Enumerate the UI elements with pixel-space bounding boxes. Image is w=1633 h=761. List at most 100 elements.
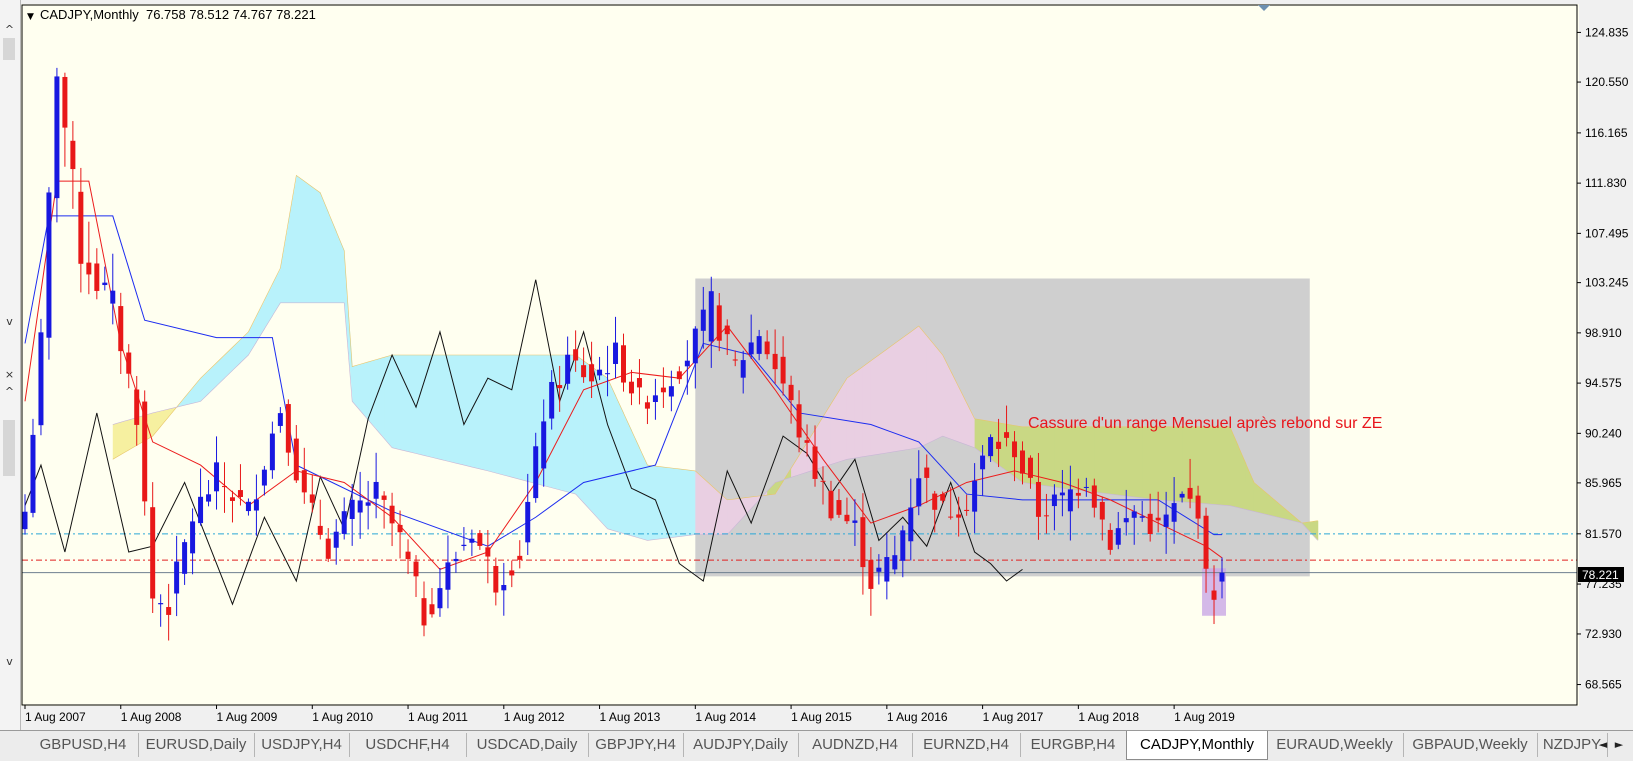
- tab-eurusd-daily[interactable]: EURUSD,Daily: [138, 733, 255, 757]
- kumo-cloud: [878, 349, 888, 455]
- candle-body: [1203, 515, 1209, 569]
- candle-body: [501, 585, 507, 591]
- time-tick-label: 1 Aug 2010: [312, 710, 373, 724]
- candle-body: [150, 507, 156, 599]
- time-tick-label: 1 Aug 2011: [408, 710, 468, 724]
- kumo-cloud: [1198, 426, 1207, 504]
- candle-body: [581, 365, 587, 378]
- candle-body: [916, 478, 922, 507]
- candle-body: [214, 462, 220, 492]
- tab-gbpusd-h4[interactable]: GBPUSD,H4: [28, 733, 139, 757]
- price-tick-label: 85.965: [1585, 476, 1622, 490]
- candle-body: [317, 525, 323, 535]
- candle-body: [1043, 515, 1049, 517]
- candle-body: [724, 325, 730, 335]
- tab-scroll-left-icon[interactable]: ◄: [1596, 735, 1610, 755]
- tab-gbpjpy-h4[interactable]: GBPJPY,H4: [588, 733, 684, 757]
- kumo-cloud: [934, 345, 944, 440]
- candle-body: [565, 354, 571, 384]
- kumo-cloud: [607, 378, 617, 532]
- candle-body: [836, 500, 842, 515]
- kumo-cloud: [368, 359, 377, 430]
- candle-body: [118, 306, 124, 352]
- candle-body: [692, 328, 698, 364]
- symbol-info-caret[interactable]: ▼: [27, 12, 34, 22]
- candle-body: [892, 555, 898, 570]
- candle-body: [229, 497, 235, 501]
- tab-eurnzd-h4[interactable]: EURNZD,H4: [912, 733, 1021, 757]
- candle-body: [437, 588, 443, 609]
- kumo-cloud: [392, 355, 401, 450]
- candle-body: [980, 455, 986, 470]
- candle-body: [964, 509, 970, 511]
- candle-body: [253, 499, 259, 511]
- kumo-cloud: [671, 467, 680, 538]
- kumo-cloud: [112, 422, 122, 460]
- tab-euraud-weekly[interactable]: EURAUD,Weekly: [1266, 733, 1404, 757]
- tab-usdchf-h4[interactable]: USDCHF,H4: [349, 733, 467, 757]
- candle-body: [756, 336, 762, 354]
- candle-body: [126, 352, 132, 374]
- chart-annotation: Cassure d'un range Mensuel après rebond …: [1028, 415, 1382, 432]
- kumo-cloud: [1054, 426, 1063, 489]
- candle-body: [413, 561, 419, 577]
- kumo-cloud: [1062, 426, 1071, 490]
- price-tick-label: 81.570: [1585, 527, 1622, 541]
- kumo-cloud: [487, 355, 497, 474]
- price-chart[interactable]: 124.835 120.550 116.165 111.830 107.495 103.2…: [0, 0, 1633, 730]
- candle-body: [429, 604, 435, 615]
- kumo-cloud: [1070, 426, 1079, 491]
- kumo-cloud: [1158, 426, 1167, 501]
- kumo-cloud: [296, 175, 305, 303]
- candle-body: [78, 191, 84, 264]
- kumo-cloud: [495, 355, 505, 476]
- kumo-cloud: [447, 355, 457, 464]
- candle-body: [844, 514, 850, 522]
- tab-eurgbp-h4[interactable]: EURGBP,H4: [1020, 733, 1127, 757]
- price-tick-label: 98.910: [1585, 326, 1622, 340]
- tab-audnzd-h4[interactable]: AUDNZD,H4: [798, 733, 913, 757]
- candle-body: [828, 490, 834, 519]
- kumo-cloud: [376, 357, 385, 439]
- kumo-cloud: [583, 360, 593, 512]
- symbol-info: CADJPY,Monthly 76.758 78.512 74.767 78.2…: [40, 7, 316, 22]
- tab-audjpy-daily[interactable]: AUDJPY,Daily: [683, 733, 799, 757]
- candle-body: [1155, 517, 1161, 521]
- candle-body: [357, 500, 363, 513]
- kumo-cloud: [870, 355, 880, 456]
- candle-body: [1067, 489, 1073, 512]
- tab-cadjpy-monthly[interactable]: CADJPY,Monthly: [1126, 731, 1268, 760]
- candle-body: [46, 192, 52, 338]
- price-tick-label: 68.565: [1585, 678, 1622, 692]
- candle-body: [110, 290, 116, 304]
- candle-body: [1115, 528, 1121, 545]
- candle-body: [493, 565, 499, 593]
- candle-body: [86, 262, 92, 275]
- candle-body: [198, 496, 204, 524]
- time-tick-label: 1 Aug 2008: [121, 710, 182, 724]
- kumo-cloud: [623, 412, 632, 536]
- kumo-cloud: [599, 372, 609, 529]
- candle-body: [325, 538, 331, 559]
- candle-body: [716, 305, 722, 341]
- candle-body: [1139, 516, 1145, 518]
- tab-scroll-right-icon[interactable]: ►: [1612, 735, 1626, 755]
- tab-usdjpy-h4[interactable]: USDJPY,H4: [254, 733, 350, 757]
- candle-body: [174, 561, 180, 594]
- kumo-cloud: [431, 355, 441, 460]
- kumo-cloud: [320, 192, 329, 303]
- kumo-cloud: [1110, 426, 1119, 496]
- candle-body: [30, 434, 36, 513]
- candle-body: [1179, 493, 1185, 498]
- candle-body: [884, 557, 890, 582]
- candle-body: [397, 524, 403, 533]
- candle-body: [1147, 513, 1153, 534]
- candle-body: [509, 570, 515, 576]
- kumo-cloud: [416, 355, 425, 456]
- candle-body: [309, 494, 315, 503]
- kumo-cloud: [479, 355, 489, 471]
- price-tick-label: 90.240: [1585, 426, 1622, 440]
- tab-usdcad-daily[interactable]: USDCAD,Daily: [466, 733, 589, 757]
- tab-gbpaud-weekly[interactable]: GBPAUD,Weekly: [1403, 733, 1538, 757]
- kumo-cloud: [384, 355, 393, 448]
